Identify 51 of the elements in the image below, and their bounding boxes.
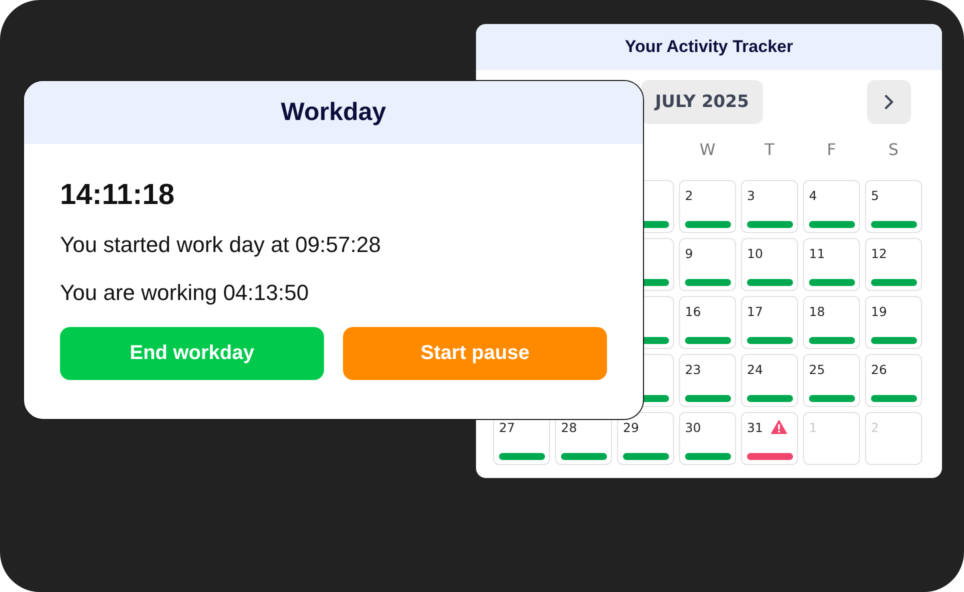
day-number: 12	[871, 246, 887, 260]
day-number: 30	[685, 420, 701, 434]
day-number: 23	[685, 362, 701, 376]
day-cell[interactable]: 17	[741, 296, 798, 349]
day-number: 9	[685, 246, 693, 260]
day-number: 18	[809, 304, 825, 318]
day-cell[interactable]: 19	[865, 296, 922, 349]
day-cell[interactable]: 4	[803, 180, 860, 233]
day-cell[interactable]: 2	[679, 180, 736, 233]
working-time-text: You are working 04:13:50	[60, 280, 310, 306]
day-cell[interactable]: 31	[741, 412, 798, 465]
day-number: 3	[747, 188, 755, 202]
start-time-text: You started work day at 09:57:28	[60, 232, 382, 258]
current-time: 14:11:18	[60, 178, 176, 212]
day-cell[interactable]: 30	[679, 412, 736, 465]
weekday-label: W	[700, 140, 716, 158]
day-cell[interactable]: 5	[865, 180, 922, 233]
day-number: 5	[871, 188, 879, 202]
day-number: 4	[809, 188, 817, 202]
day-number: 29	[623, 420, 639, 434]
day-number: 25	[809, 362, 825, 376]
day-number: 16	[685, 304, 701, 318]
day-cell[interactable]: 9	[679, 238, 736, 291]
day-cell[interactable]: 23	[679, 354, 736, 407]
day-cell[interactable]: 12	[865, 238, 922, 291]
day-number: 2	[685, 188, 693, 202]
day-cell[interactable]: 25	[803, 354, 860, 407]
day-number: 24	[747, 362, 763, 376]
day-cell[interactable]: 3	[741, 180, 798, 233]
day-number: 31	[747, 420, 763, 434]
weekday-label: T	[764, 140, 774, 158]
day-cell[interactable]: 10	[741, 238, 798, 291]
day-cell[interactable]: 11	[803, 238, 860, 291]
weekday-label: F	[826, 140, 836, 158]
day-number: 28	[561, 420, 577, 434]
day-cell[interactable]: 26	[865, 354, 922, 407]
day-number: 11	[809, 246, 825, 260]
day-cell[interactable]: 18	[803, 296, 860, 349]
day-cell[interactable]: 24	[741, 354, 798, 407]
card-title: Workday	[24, 81, 643, 144]
day-number: 10	[747, 246, 763, 260]
month-button[interactable]: JULY 2025	[641, 80, 763, 124]
weekday-label: S	[888, 140, 899, 158]
window-title: Your Activity Tracker	[476, 24, 942, 70]
chevron-right-icon	[884, 94, 894, 110]
day-number: 19	[871, 304, 887, 318]
day-cell[interactable]: 16	[679, 296, 736, 349]
day-number: 17	[747, 304, 763, 318]
day-number: 27	[499, 420, 515, 434]
day-number: 26	[871, 362, 887, 376]
next-month-button[interactable]	[866, 80, 911, 124]
